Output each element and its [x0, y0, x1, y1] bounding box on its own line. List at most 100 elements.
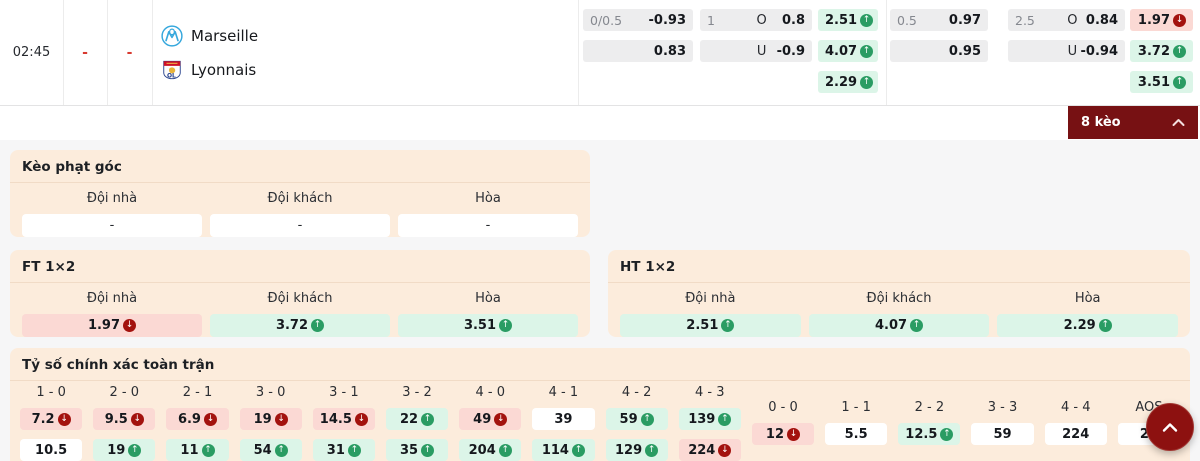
score-col-4-3: 4 - 3 139 224 [678, 385, 741, 461]
odds-value: 204 [468, 442, 496, 458]
score-odds-cell[interactable]: 22 [385, 408, 449, 430]
arrow-up-circle-icon [645, 443, 659, 457]
score-label: 1 - 1 [841, 400, 871, 415]
ft-odds-home[interactable]: 1.97 [22, 314, 202, 337]
score-col-3-3: 3 - 3 59 [971, 385, 1034, 461]
score-odds-cell[interactable]: 54 [239, 439, 302, 461]
odds-cell-ou1-under[interactable]: U -0.9 [700, 40, 812, 62]
score-odds-cell[interactable]: 59 [971, 423, 1034, 445]
handicap-line: 0/0.5 [590, 12, 623, 28]
score-odds-cell[interactable]: 6.9 [166, 408, 229, 430]
score-odds-cell[interactable]: 31 [312, 439, 375, 461]
arrow-up-circle-icon [721, 319, 735, 332]
odds-cell-x12-2-home[interactable]: 1.97 [1130, 9, 1193, 31]
score-col-4-2: 4 - 2 59 129 [605, 385, 668, 461]
score-odds-cell[interactable]: 11 [166, 439, 229, 461]
score-label: 0 - 0 [768, 400, 798, 415]
odds-value: 2.29 [825, 74, 858, 90]
odds-cell-hdp2-home[interactable]: 0.5 0.97 [890, 9, 988, 31]
score-odds-cell[interactable]: 7.2 [20, 408, 83, 430]
score-col-0-0: 0 - 0 12 [751, 385, 815, 461]
odds-value: 59 [619, 411, 638, 427]
arrow-down-circle-icon [1173, 13, 1186, 27]
ht-odds-draw[interactable]: 2.29 [997, 314, 1179, 337]
scroll-top-button[interactable] [1146, 403, 1194, 451]
section-title: Kèo phạt góc [10, 150, 590, 183]
over-label: O [756, 12, 767, 28]
odds-value: 0.84 [1085, 12, 1118, 28]
score-odds-cell[interactable]: 19 [93, 439, 156, 461]
score-odds-cell[interactable]: 12.5 [898, 423, 961, 445]
score-label: 3 - 3 [987, 400, 1018, 415]
odds-cell-ou1-over[interactable]: 1 O 0.8 [700, 9, 812, 31]
odds-value: 5.5 [844, 426, 868, 442]
odds-value: 1.97 [1137, 12, 1170, 28]
score-odds-cell[interactable]: 5.5 [825, 423, 888, 445]
ht-1x2-section: HT 1×2 Đội nhà 2.51 Đội khách 4.07 Hòa [608, 250, 1190, 337]
correct-score-section: Tỷ số chính xác toàn trận 1 - 0 7.2 10.5… [10, 348, 1190, 461]
odds-value: 139 [688, 411, 716, 427]
odds-value: 11 [180, 442, 199, 458]
arrow-up-circle-icon [571, 443, 585, 457]
column-header-home: Đội nhà [86, 191, 138, 206]
score-odds-cell[interactable]: 224 [678, 439, 741, 461]
score-odds-cell[interactable]: 19 [239, 408, 302, 430]
corner-odds-away[interactable]: - [210, 214, 390, 237]
score-odds-cell[interactable]: 59 [605, 408, 668, 430]
over-label: O [1067, 12, 1078, 28]
corner-odds-home[interactable]: - [22, 214, 202, 237]
odds-value: - [297, 218, 303, 233]
section-title: FT 1×2 [10, 250, 590, 283]
home-team-name: Marseille [191, 27, 259, 45]
odds-cell-x12-1-home[interactable]: 2.51 [818, 9, 878, 31]
home-team-row[interactable]: Marseille [161, 23, 258, 49]
odds-cell-x12-1-away[interactable]: 4.07 [818, 40, 878, 62]
away-team-row[interactable]: OL Lyonnais [161, 57, 256, 83]
corner-odds-section: Kèo phạt góc Đội nhà - Đội khách - Hòa - [10, 150, 590, 237]
score-odds-cell[interactable]: 224 [1044, 423, 1107, 445]
arrow-down-circle-icon [494, 412, 508, 426]
score-odds-cell[interactable]: 139 [678, 408, 741, 430]
score-odds-cell[interactable]: 114 [532, 439, 595, 461]
column-header-draw: Hòa [1074, 291, 1101, 306]
odds-value: 2.51 [825, 12, 858, 28]
ht-odds-home[interactable]: 2.51 [620, 314, 801, 337]
odds-cell-hdp1-home[interactable]: 0/0.5 -0.93 [583, 9, 693, 31]
score-odds-cell[interactable]: 49 [459, 408, 522, 430]
score-odds-cell[interactable]: 14.5 [312, 408, 375, 430]
column-header-home: Đội nhà [86, 291, 138, 306]
arrow-up-circle-icon [860, 13, 874, 27]
score-odds-cell[interactable]: 10.5 [20, 439, 83, 461]
ft-odds-draw[interactable]: 3.51 [398, 314, 578, 337]
score-odds-cell[interactable]: 12 [751, 423, 815, 445]
arrow-down-circle-icon [57, 412, 71, 426]
odds-cell-ou2-under[interactable]: U -0.94 [1008, 40, 1125, 62]
ht-odds-away[interactable]: 4.07 [808, 314, 990, 337]
score-col-4-1: 4 - 1 39 114 [532, 385, 595, 461]
score-odds-cell[interactable]: 204 [459, 439, 522, 461]
odds-value: 1.97 [87, 318, 121, 333]
column-divider [886, 0, 887, 105]
arrow-down-circle-icon [787, 427, 801, 441]
score-label: 3 - 0 [255, 385, 286, 400]
odds-cell-hdp2-away[interactable]: 0.95 [890, 40, 988, 62]
score-col-2-1: 2 - 1 6.9 11 [166, 385, 229, 461]
score-odds-cell[interactable]: 35 [385, 439, 449, 461]
odds-value: 19 [253, 411, 272, 427]
score-odds-cell[interactable]: 9.5 [93, 408, 156, 430]
more-bets-button[interactable]: 8 kèo [1068, 106, 1198, 139]
odds-cell-x12-2-draw[interactable]: 3.51 [1130, 71, 1193, 93]
odds-cell-x12-2-away[interactable]: 3.72 [1130, 40, 1193, 62]
score-odds-cell[interactable]: 129 [605, 439, 668, 461]
arrow-down-circle-icon [718, 443, 732, 457]
odds-cell-ou2-over[interactable]: 2.5 O 0.84 [1008, 9, 1125, 31]
column-header-away: Đội khách [267, 291, 333, 306]
odds-cell-x12-1-draw[interactable]: 2.29 [818, 71, 878, 93]
odds-value: 39 [554, 411, 573, 427]
score-odds-cell[interactable]: 39 [532, 408, 595, 430]
column-header-away: Đội khách [267, 191, 333, 206]
arrow-up-circle-icon [860, 44, 874, 58]
corner-odds-draw[interactable]: - [398, 214, 578, 237]
odds-cell-hdp1-away[interactable]: 0.83 [583, 40, 693, 62]
ft-odds-away[interactable]: 3.72 [210, 314, 390, 337]
